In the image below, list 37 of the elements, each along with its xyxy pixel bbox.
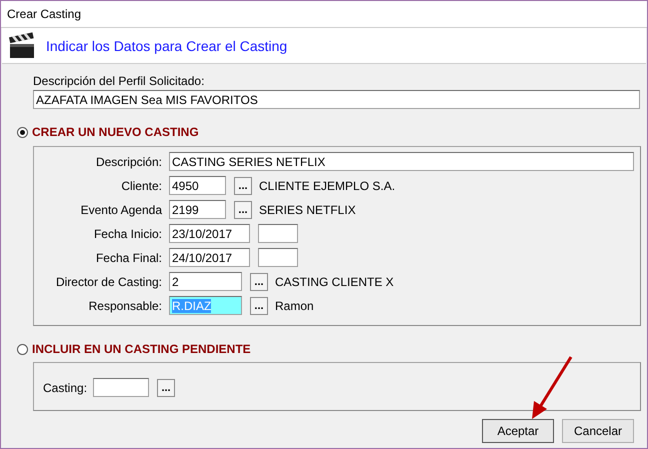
input-field[interactable] — [93, 378, 150, 397]
browse-button[interactable]: ... — [250, 272, 268, 290]
lookup-description: CLIENTE EJEMPLO S.A. — [259, 178, 396, 192]
field-label: Casting: — [43, 380, 88, 394]
date-field[interactable]: 24/10/2017 — [169, 248, 250, 267]
browse-button[interactable]: ... — [157, 378, 176, 396]
option-label[interactable]: INCLUIR EN UN CASTING PENDIENTE — [32, 342, 251, 356]
browse-button[interactable]: ... — [250, 296, 268, 314]
input-field[interactable]: AZAFATA IMAGEN Sea MIS FAVORITOS — [33, 90, 640, 109]
field-label: Fecha Final: — [94, 250, 163, 264]
option-label[interactable]: CREAR UN NUEVO CASTING — [32, 125, 199, 139]
browse-button[interactable]: ... — [234, 176, 252, 194]
input-field[interactable]: CASTING SERIES NETFLIX — [169, 152, 634, 171]
clapperboard-icon — [8, 32, 36, 60]
field-label: Descripción del Perfil Solicitado: — [33, 74, 206, 88]
input-field[interactable]: 2199 — [169, 200, 226, 219]
date-field[interactable]: 23/10/2017 — [169, 224, 250, 243]
field-label: Responsable: — [88, 298, 163, 312]
input-field[interactable]: 4950 — [169, 176, 226, 195]
accept-button[interactable]: Aceptar — [482, 419, 554, 443]
lookup-description: CASTING CLIENTE X — [275, 274, 394, 288]
field-label: Cliente: — [120, 178, 163, 192]
dialog-heading: Indicar los Datos para Crear el Casting — [46, 38, 288, 54]
window-title: Crear Casting — [7, 7, 82, 21]
radio-button[interactable] — [17, 126, 28, 138]
field-label: Fecha Inicio: — [92, 226, 163, 240]
lookup-description: Ramon — [275, 298, 314, 312]
input-field[interactable]: 2 — [169, 272, 242, 291]
browse-button[interactable]: ... — [234, 200, 252, 218]
cancel-button[interactable]: Cancelar — [562, 419, 634, 443]
lookup-description: SERIES NETFLIX — [259, 202, 356, 216]
field-label: Director de Casting: — [54, 274, 163, 288]
radio-button[interactable] — [17, 344, 28, 354]
field-label: Evento Agenda — [80, 202, 163, 216]
field-label: Descripción: — [94, 154, 163, 168]
input-field[interactable] — [258, 224, 298, 243]
input-field[interactable] — [258, 248, 298, 267]
